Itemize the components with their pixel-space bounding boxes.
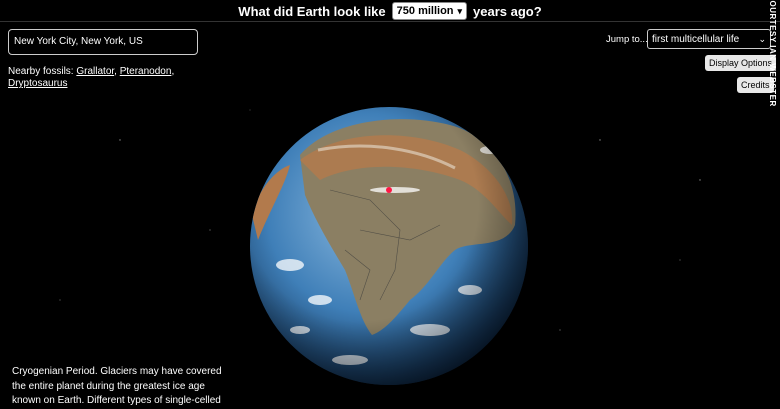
globe[interactable]: [0, 0, 780, 409]
year-select[interactable]: 750 million ▾: [391, 2, 468, 20]
location-input[interactable]: New York City, New York, US: [8, 29, 198, 55]
title-before: What did Earth look like: [238, 3, 386, 19]
fossils-label: Nearby fossils:: [8, 66, 74, 77]
header: What did Earth look like 750 million ▾ y…: [0, 0, 780, 22]
jump-to-select[interactable]: first multicellular life ⌄: [647, 29, 771, 49]
location-marker: [386, 187, 392, 193]
year-select-value: 750 million: [396, 5, 454, 17]
jump-to-value: first multicellular life: [652, 33, 740, 45]
chevron-down-icon: ▾: [457, 5, 463, 16]
fossil-link-pteranodon[interactable]: Pteranodon: [120, 66, 172, 77]
title-after: years ago?: [473, 3, 542, 19]
header-divider: [0, 21, 780, 22]
fossil-link-dryptosaurus[interactable]: Dryptosaurus: [8, 78, 67, 89]
chevron-down-icon: ⌄: [758, 33, 766, 44]
nearby-fossils: Nearby fossils: Grallator, Pteranodon, D…: [8, 66, 175, 89]
period-description: Cryogenian Period. Glaciers may have cov…: [12, 366, 222, 406]
image-credit-text: COURTESY IAN WEBSTER: [767, 0, 777, 107]
jump-to-label: Jump to...: [606, 34, 648, 45]
image-credit: COURTESY IAN WEBSTER: [766, 0, 778, 106]
fossil-link-grallator[interactable]: Grallator: [76, 66, 114, 77]
